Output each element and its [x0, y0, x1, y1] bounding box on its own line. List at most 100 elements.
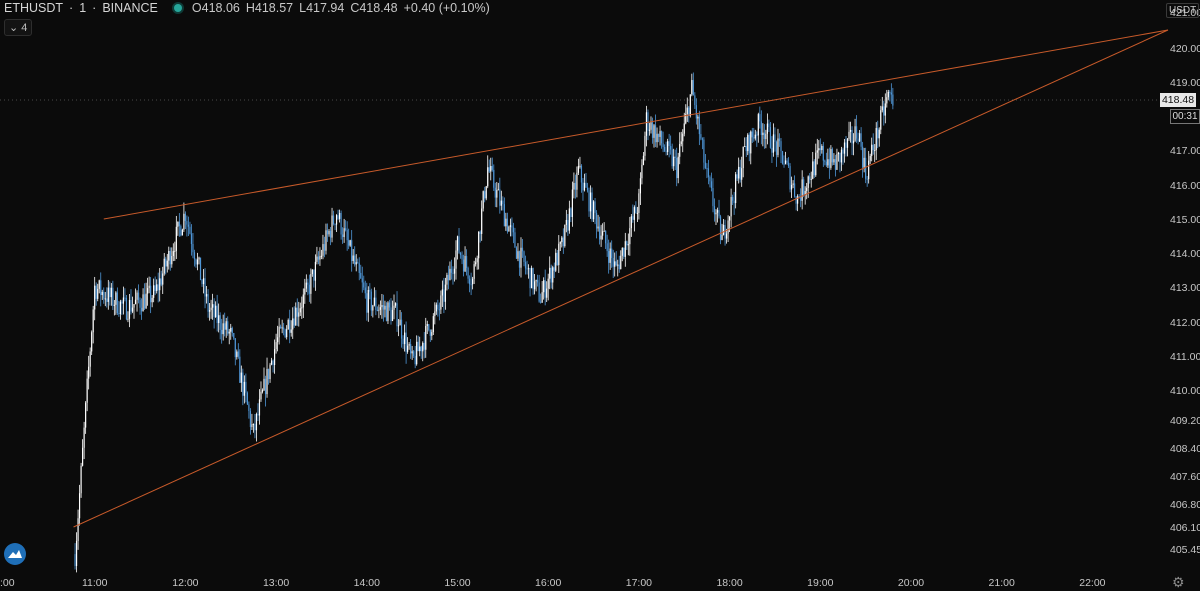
candle — [142, 288, 144, 312]
candle — [526, 260, 528, 275]
candle — [848, 121, 850, 141]
candle — [402, 335, 404, 349]
candle — [260, 381, 262, 402]
candle — [484, 186, 486, 203]
candle — [264, 375, 267, 407]
candle — [630, 214, 632, 237]
candle — [162, 266, 164, 295]
candle — [205, 286, 208, 304]
candle — [491, 157, 493, 172]
candle — [556, 249, 558, 266]
candle — [833, 153, 835, 166]
candle — [122, 286, 125, 315]
candle — [316, 246, 318, 265]
candle — [284, 328, 286, 339]
candle — [438, 302, 440, 321]
candle — [792, 180, 794, 189]
candle — [546, 281, 548, 303]
candle — [417, 335, 419, 352]
candle — [807, 175, 809, 198]
candle — [682, 129, 684, 153]
candle — [266, 357, 268, 398]
candle — [697, 114, 699, 130]
candle — [827, 148, 829, 169]
candle — [831, 147, 833, 166]
candle — [783, 155, 785, 168]
candle — [612, 249, 614, 278]
candle — [595, 210, 598, 239]
candle — [388, 299, 391, 311]
candle — [592, 200, 595, 222]
candle — [846, 138, 849, 157]
candle — [425, 317, 427, 358]
gear-icon[interactable]: ⚙ — [1172, 574, 1185, 591]
trendline-lower[interactable] — [73, 29, 1169, 528]
candle — [373, 287, 375, 307]
trendline-upper[interactable] — [103, 29, 1169, 220]
candle — [518, 250, 521, 276]
candle — [289, 309, 291, 344]
candle — [825, 152, 827, 168]
candle — [561, 235, 563, 248]
time-tick-label: 22:00 — [1079, 577, 1105, 589]
candle — [485, 185, 487, 201]
indicators-toggle-button[interactable]: ⌄ 4 — [4, 19, 33, 36]
symbol-header[interactable]: ETHUSDT · 1 · BINANCE O418.06 H418.57 L4… — [4, 1, 490, 15]
symbol-name[interactable]: ETHUSDT — [4, 1, 63, 15]
price-tick-label: 417.00 — [1170, 145, 1200, 157]
candle — [488, 159, 490, 174]
candle — [74, 543, 76, 570]
candle — [127, 311, 129, 323]
price-tick-label: 406.80 — [1170, 499, 1200, 511]
candle — [295, 302, 297, 326]
candle — [602, 223, 604, 240]
candle — [186, 215, 188, 237]
candle — [181, 228, 183, 236]
price-tick-label: 416.00 — [1170, 180, 1200, 192]
candle — [299, 302, 301, 317]
candle — [600, 224, 602, 247]
candle — [547, 273, 549, 301]
candle — [375, 290, 377, 316]
candle — [133, 304, 135, 319]
candle — [538, 274, 540, 303]
candle — [263, 367, 265, 391]
time-tick-label: 18:00 — [716, 577, 742, 589]
candle — [759, 106, 761, 129]
price-tick-label: 409.20 — [1170, 415, 1200, 427]
tradingview-logo-icon[interactable] — [4, 543, 26, 565]
candle — [503, 197, 505, 227]
candle — [272, 359, 274, 373]
candle — [877, 120, 879, 149]
candle — [707, 159, 710, 185]
candle — [153, 278, 155, 303]
candle — [130, 289, 132, 315]
candle — [92, 305, 94, 344]
candle — [83, 421, 85, 460]
candle — [441, 280, 443, 307]
candle — [221, 318, 223, 344]
candle — [739, 159, 741, 183]
candle — [165, 256, 167, 275]
candle — [396, 291, 398, 332]
candle — [198, 256, 200, 265]
currency-label[interactable]: USDT — [1166, 3, 1200, 18]
candle — [818, 140, 820, 159]
candle — [781, 150, 784, 165]
candle — [618, 255, 620, 273]
candle — [360, 264, 362, 279]
candle — [573, 172, 575, 199]
candle — [591, 187, 593, 222]
candle — [529, 267, 531, 297]
candle — [732, 194, 734, 205]
chart-canvas[interactable]: 421.00420.00419.00418.00417.00416.00415.… — [0, 0, 1200, 591]
candle — [172, 243, 174, 262]
candle — [91, 330, 93, 355]
candle — [183, 202, 185, 232]
candle — [335, 214, 338, 233]
candle — [680, 131, 682, 147]
interval[interactable]: 1 — [79, 1, 86, 15]
price-tick-label: 415.00 — [1170, 214, 1200, 226]
candle — [115, 291, 117, 315]
candle — [812, 151, 814, 180]
